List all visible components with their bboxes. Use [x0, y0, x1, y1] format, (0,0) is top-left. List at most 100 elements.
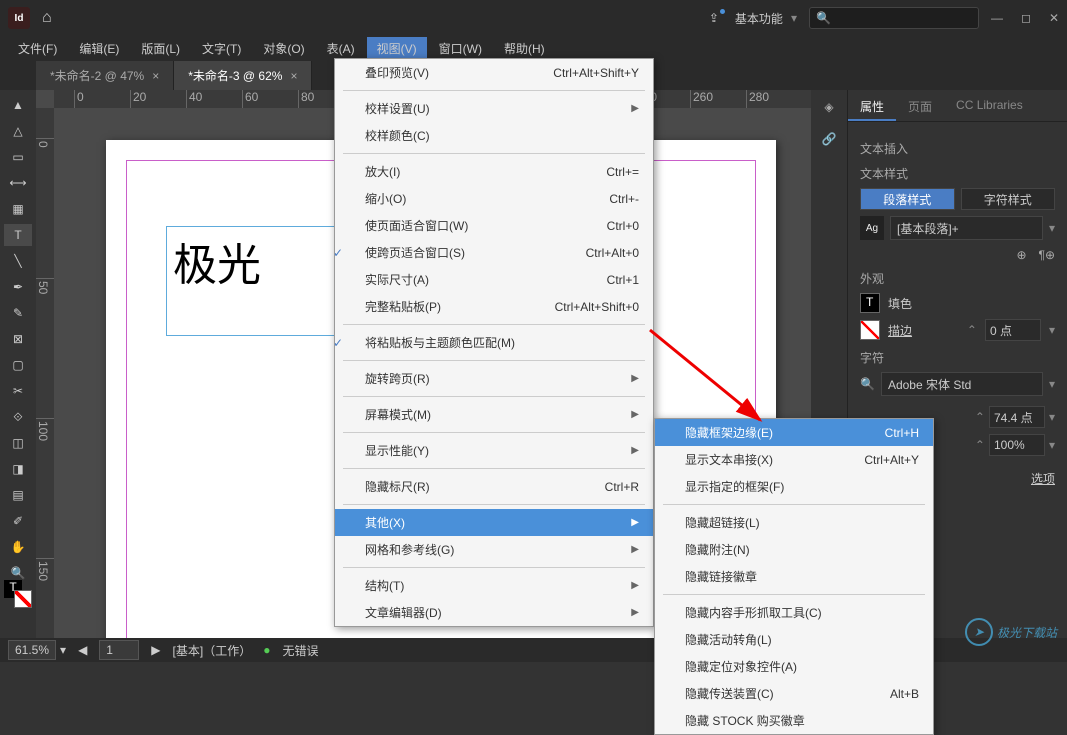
- menu-item[interactable]: 显示文本串接(X)Ctrl+Alt+Y: [655, 446, 933, 473]
- text-content[interactable]: 极光: [167, 227, 355, 295]
- menu-item[interactable]: 显示性能(Y)▶: [335, 437, 653, 464]
- font-size-input[interactable]: 74.4 点: [989, 406, 1045, 428]
- menu-item[interactable]: 其他(X)▶: [335, 509, 653, 536]
- menu-item[interactable]: 显示指定的框架(F): [655, 473, 933, 500]
- stepper-icon[interactable]: ⌃: [975, 410, 985, 424]
- layers-panel-icon[interactable]: ◈: [816, 96, 842, 118]
- workspace-dropdown-icon[interactable]: ▾: [791, 11, 797, 25]
- menu-item[interactable]: 隐藏定位对象控件(A): [655, 653, 933, 680]
- fill-swatch[interactable]: [860, 293, 880, 313]
- panel-tab[interactable]: 属性: [848, 90, 896, 121]
- close-icon[interactable]: ✕: [1049, 11, 1059, 25]
- gradient-swatch-tool[interactable]: ◫: [4, 432, 32, 454]
- home-icon[interactable]: ⌂: [42, 9, 52, 27]
- search-input[interactable]: 🔍: [809, 7, 979, 29]
- tab-close-icon[interactable]: ×: [152, 69, 159, 83]
- para-options-icon[interactable]: ¶⊕: [1039, 248, 1056, 262]
- menu-2[interactable]: 版面(L): [131, 37, 190, 60]
- share-icon[interactable]: ⇪: [709, 11, 719, 25]
- gradient-feather-tool[interactable]: ◨: [4, 458, 32, 480]
- hand-tool[interactable]: ✋: [4, 536, 32, 558]
- text-frame[interactable]: 极光: [166, 226, 356, 336]
- dropdown-icon[interactable]: ▾: [1049, 377, 1055, 391]
- menu-item[interactable]: 隐藏附注(N): [655, 536, 933, 563]
- stroke-weight-input[interactable]: 0 点: [985, 319, 1041, 341]
- type-tool[interactable]: T: [4, 224, 32, 246]
- page-tool[interactable]: ▭: [4, 146, 32, 168]
- content-collector-tool[interactable]: ▦: [4, 198, 32, 220]
- menu-item[interactable]: 旋转跨页(R)▶: [335, 365, 653, 392]
- gap-tool[interactable]: ⟷: [4, 172, 32, 194]
- menu-item[interactable]: 校样设置(U)▶: [335, 95, 653, 122]
- maximize-icon[interactable]: ◻: [1021, 11, 1031, 25]
- menu-item[interactable]: 隐藏链接徽章: [655, 563, 933, 590]
- selection-tool[interactable]: ▲: [4, 94, 32, 116]
- menu-item[interactable]: 放大(I)Ctrl+=: [335, 158, 653, 185]
- menu-item[interactable]: 文章编辑器(D)▶: [335, 599, 653, 626]
- page-input[interactable]: 1: [99, 640, 139, 660]
- dropdown-icon[interactable]: ▾: [1049, 221, 1055, 235]
- pen-tool[interactable]: ✒: [4, 276, 32, 298]
- rectangle-tool[interactable]: ▢: [4, 354, 32, 376]
- line-tool[interactable]: ╲: [4, 250, 32, 272]
- menu-item[interactable]: 使页面适合窗口(W)Ctrl+0: [335, 212, 653, 239]
- menu-6[interactable]: 视图(V): [367, 37, 427, 60]
- menu-item[interactable]: 隐藏超链接(L): [655, 509, 933, 536]
- character-style-button[interactable]: 字符样式: [961, 188, 1056, 210]
- eyedropper-tool[interactable]: ✐: [4, 510, 32, 532]
- menu-item[interactable]: ✓将粘贴板与主题颜色匹配(M): [335, 329, 653, 356]
- page-prev-icon[interactable]: ◀: [78, 643, 87, 657]
- stroke-stepper[interactable]: ⌃: [967, 323, 977, 337]
- paragraph-style-button[interactable]: 段落样式: [860, 188, 955, 210]
- stroke-label[interactable]: 描边: [888, 322, 912, 339]
- font-dropdown[interactable]: Adobe 宋体 Std: [881, 372, 1043, 396]
- dropdown-icon[interactable]: ▾: [1049, 323, 1055, 337]
- free-transform-tool[interactable]: ⟐: [4, 406, 32, 428]
- menu-3[interactable]: 文字(T): [192, 37, 251, 60]
- dropdown-icon[interactable]: ▾: [1049, 438, 1055, 452]
- rectangle-frame-tool[interactable]: ⊠: [4, 328, 32, 350]
- menu-item[interactable]: 隐藏传送装置(C)Alt+B: [655, 680, 933, 707]
- menu-item[interactable]: 屏幕模式(M)▶: [335, 401, 653, 428]
- stepper-icon[interactable]: ⌃: [975, 438, 985, 452]
- scale-input[interactable]: 100%: [989, 434, 1045, 456]
- zoom-input[interactable]: 61.5%: [8, 640, 56, 660]
- menu-4[interactable]: 对象(O): [253, 37, 314, 60]
- zoom-dropdown-icon[interactable]: ▾: [60, 643, 66, 657]
- stroke-swatch[interactable]: [860, 320, 880, 340]
- pencil-tool[interactable]: ✎: [4, 302, 32, 324]
- menu-1[interactable]: 编辑(E): [69, 37, 129, 60]
- menu-5[interactable]: 表(A): [317, 37, 365, 60]
- menu-item[interactable]: 实际尺寸(A)Ctrl+1: [335, 266, 653, 293]
- direct-selection-tool[interactable]: △: [4, 120, 32, 142]
- menu-0[interactable]: 文件(F): [8, 37, 67, 60]
- scissors-tool[interactable]: ✂: [4, 380, 32, 402]
- links-panel-icon[interactable]: 🔗: [816, 128, 842, 150]
- panel-tab[interactable]: CC Libraries: [944, 90, 1035, 121]
- menu-item[interactable]: 隐藏框架边缘(E)Ctrl+H: [655, 419, 933, 446]
- menu-item[interactable]: 缩小(O)Ctrl+-: [335, 185, 653, 212]
- document-tab[interactable]: *未命名-2 @ 47%×: [36, 61, 174, 90]
- menu-7[interactable]: 窗口(W): [429, 37, 492, 60]
- document-tab[interactable]: *未命名-3 @ 62%×: [174, 61, 312, 90]
- options-link[interactable]: 选项: [1031, 472, 1055, 486]
- tab-close-icon[interactable]: ×: [290, 69, 297, 83]
- base-style-dropdown[interactable]: [基本段落]+: [890, 216, 1043, 240]
- workspace-label[interactable]: 基本功能: [735, 10, 783, 27]
- menu-item[interactable]: ✓使跨页适合窗口(S)Ctrl+Alt+0: [335, 239, 653, 266]
- new-style-icon[interactable]: ⊕: [1016, 248, 1026, 262]
- menu-item[interactable]: 隐藏内容手形抓取工具(C): [655, 599, 933, 626]
- menu-item[interactable]: 完整粘贴板(P)Ctrl+Alt+Shift+0: [335, 293, 653, 320]
- panel-tab[interactable]: 页面: [896, 90, 944, 121]
- dropdown-icon[interactable]: ▾: [1049, 410, 1055, 424]
- menu-8[interactable]: 帮助(H): [494, 37, 555, 60]
- menu-item[interactable]: 隐藏活动转角(L): [655, 626, 933, 653]
- page-next-icon[interactable]: ▶: [151, 643, 160, 657]
- menu-item[interactable]: 结构(T)▶: [335, 572, 653, 599]
- menu-item[interactable]: 隐藏 STOCK 购买徽章: [655, 707, 933, 734]
- fill-stroke-tool[interactable]: T: [4, 580, 32, 608]
- minimize-icon[interactable]: —: [991, 11, 1003, 25]
- menu-item[interactable]: 网格和参考线(G)▶: [335, 536, 653, 563]
- menu-item[interactable]: 叠印预览(V)Ctrl+Alt+Shift+Y: [335, 59, 653, 86]
- note-tool[interactable]: ▤: [4, 484, 32, 506]
